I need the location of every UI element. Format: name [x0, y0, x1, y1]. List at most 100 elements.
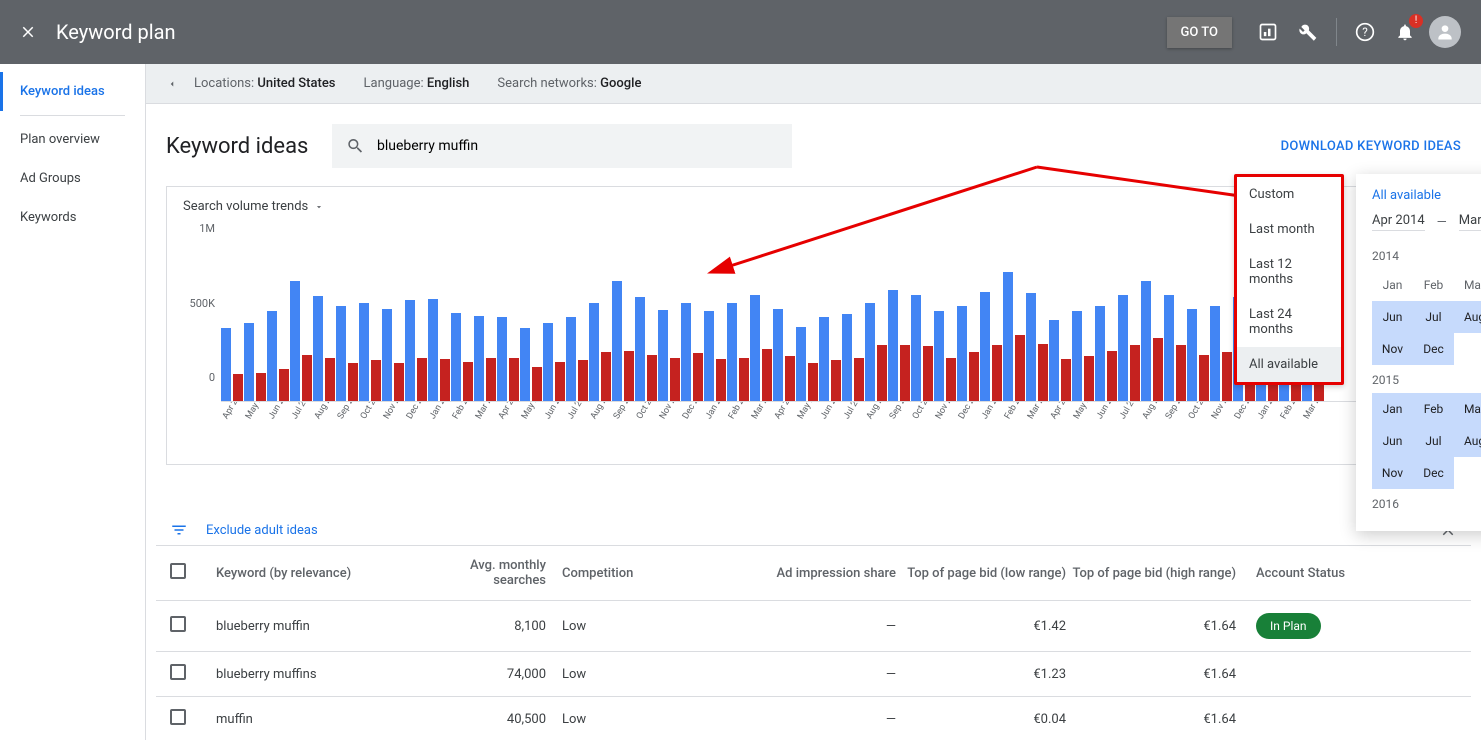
locations-filter[interactable]: Locations: United States — [194, 76, 336, 91]
bar[interactable] — [532, 367, 542, 401]
bar[interactable] — [348, 363, 358, 401]
bar[interactable] — [612, 281, 622, 401]
bar[interactable] — [359, 303, 369, 401]
col-keyword[interactable]: Keyword (by relevance) — [216, 566, 416, 581]
bar[interactable] — [1164, 295, 1174, 401]
bar[interactable] — [474, 316, 484, 401]
bar[interactable] — [681, 303, 691, 401]
month-cell[interactable]: Jan — [1372, 269, 1413, 301]
sidebar-item-plan-overview[interactable]: Plan overview — [0, 120, 145, 159]
bar[interactable] — [739, 358, 749, 401]
bar[interactable] — [635, 297, 645, 401]
bar[interactable] — [578, 360, 588, 401]
bar[interactable] — [1072, 311, 1082, 401]
month-cell[interactable]: Nov — [1372, 333, 1413, 365]
reports-icon[interactable] — [1248, 12, 1288, 52]
col-imp[interactable]: Ad impression share — [706, 566, 896, 581]
bar[interactable] — [773, 309, 783, 401]
row-checkbox[interactable] — [170, 664, 186, 680]
bar[interactable] — [785, 356, 795, 401]
month-cell[interactable]: Mar — [1454, 269, 1481, 301]
date-from[interactable]: Apr 2014 — [1372, 213, 1425, 231]
bar[interactable] — [762, 349, 772, 401]
bar[interactable] — [969, 352, 979, 401]
date-range-option[interactable]: Last 24 months — [1237, 297, 1341, 347]
bar[interactable] — [417, 358, 427, 401]
goto-button[interactable]: GO TO — [1167, 17, 1232, 48]
month-cell[interactable]: Jan — [1372, 393, 1413, 425]
bar[interactable] — [486, 358, 496, 401]
bar[interactable] — [1210, 306, 1220, 401]
bar[interactable] — [290, 281, 300, 401]
bar[interactable] — [1153, 338, 1163, 401]
bar[interactable] — [1107, 351, 1117, 401]
month-cell[interactable]: Aug — [1454, 425, 1481, 457]
bar[interactable] — [992, 345, 1002, 401]
table-row[interactable]: blueberry muffins74,000Low—€1.23€1.64 — [156, 651, 1471, 696]
col-status[interactable]: Account Status — [1236, 566, 1356, 581]
row-checkbox[interactable] — [170, 709, 186, 725]
bar[interactable] — [1038, 344, 1048, 401]
bar[interactable] — [1176, 345, 1186, 401]
bar[interactable] — [221, 328, 231, 401]
bar[interactable] — [313, 296, 323, 401]
bar[interactable] — [520, 328, 530, 401]
month-cell[interactable]: Mar — [1454, 393, 1481, 425]
networks-filter[interactable]: Search networks: Google — [497, 76, 641, 91]
sidebar-item-keyword-ideas[interactable]: Keyword ideas — [0, 72, 145, 111]
bar[interactable] — [934, 311, 944, 401]
bar[interactable] — [1118, 295, 1128, 401]
col-avg[interactable]: Avg. monthly searches — [416, 558, 546, 588]
bar[interactable] — [923, 346, 933, 401]
bar[interactable] — [750, 295, 760, 401]
tools-icon[interactable] — [1288, 12, 1328, 52]
bar[interactable] — [658, 310, 668, 401]
date-range-option[interactable]: Last month — [1237, 212, 1341, 247]
download-button[interactable]: DOWNLOAD KEYWORD IDEAS — [1281, 139, 1461, 154]
filter-icon[interactable] — [170, 521, 188, 539]
bar[interactable] — [463, 362, 473, 401]
exclude-adult-link[interactable]: Exclude adult ideas — [206, 523, 318, 538]
sidebar-item-keywords[interactable]: Keywords — [0, 198, 145, 237]
row-checkbox[interactable] — [170, 616, 186, 632]
bar[interactable] — [302, 355, 312, 401]
month-cell[interactable]: Dec — [1413, 457, 1454, 489]
bar[interactable] — [854, 358, 864, 401]
bar[interactable] — [1049, 320, 1059, 401]
close-icon[interactable] — [16, 20, 40, 44]
bar[interactable] — [842, 314, 852, 401]
bar[interactable] — [279, 369, 289, 401]
month-cell[interactable]: Jun — [1372, 425, 1413, 457]
bar[interactable] — [267, 311, 277, 401]
bar[interactable] — [509, 358, 519, 401]
table-row[interactable]: blueberry muffin8,100Low—€1.42€1.64In Pl… — [156, 600, 1471, 651]
month-cell[interactable]: Jul — [1413, 425, 1454, 457]
bar[interactable] — [1003, 272, 1013, 401]
month-cell[interactable]: Aug — [1454, 301, 1481, 333]
bar[interactable] — [428, 299, 438, 401]
month-cell[interactable]: Nov — [1372, 457, 1413, 489]
col-low[interactable]: Top of page bid (low range) — [896, 566, 1066, 581]
bar[interactable] — [325, 358, 335, 401]
help-icon[interactable]: ? — [1345, 12, 1385, 52]
bar[interactable] — [693, 353, 703, 401]
bar[interactable] — [831, 360, 841, 401]
month-cell[interactable]: Dec — [1413, 333, 1454, 365]
bar[interactable] — [704, 311, 714, 401]
date-range-option[interactable]: All available — [1237, 347, 1341, 382]
bar[interactable] — [405, 300, 415, 401]
month-cell[interactable]: Jun — [1372, 301, 1413, 333]
month-cell[interactable]: Feb — [1413, 393, 1454, 425]
bar[interactable] — [670, 358, 680, 401]
bar[interactable] — [727, 303, 737, 401]
bar[interactable] — [244, 323, 254, 401]
bar[interactable] — [911, 295, 921, 401]
bar[interactable] — [1061, 359, 1071, 401]
bar[interactable] — [336, 306, 346, 401]
date-range-option[interactable]: Last 12 months — [1237, 247, 1341, 297]
table-row[interactable]: muffin40,500Low—€0.04€1.64 — [156, 696, 1471, 740]
bar[interactable] — [888, 290, 898, 401]
bar[interactable] — [957, 306, 967, 401]
select-all-checkbox[interactable] — [170, 563, 186, 579]
bar[interactable] — [1130, 345, 1140, 401]
